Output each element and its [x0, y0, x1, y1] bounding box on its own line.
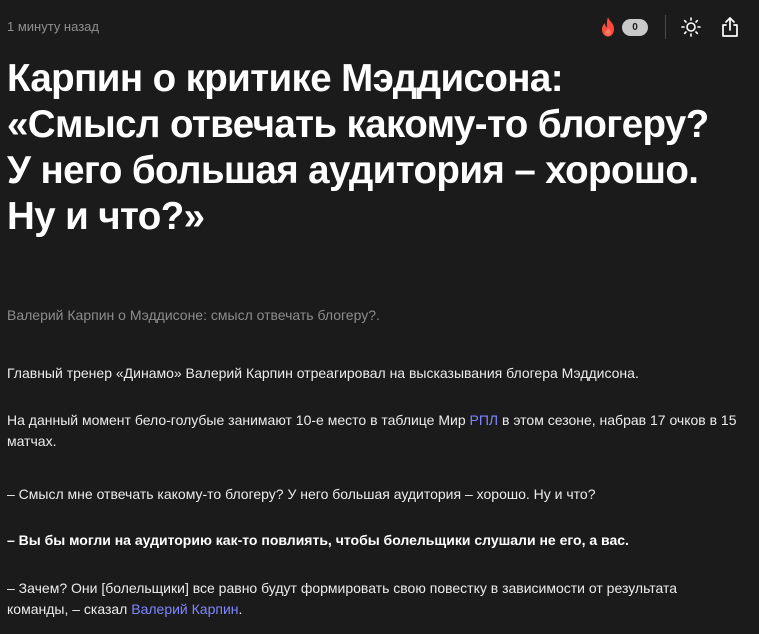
paragraph-question: – Вы бы могли на аудиторию как-то повлия…: [7, 532, 629, 548]
title-line: Ну и что?»: [7, 195, 205, 238]
title-line: «Смысл отвечать какому-то блогеру?: [7, 103, 709, 146]
paragraph-intro: Главный тренер «Динамо» Валерий Карпин о…: [7, 365, 639, 381]
karpin-link[interactable]: Валерий Карпин: [131, 601, 238, 617]
paragraph-text: – Зачем? Они [болельщики] все равно буду…: [7, 580, 678, 617]
paragraph-text: На данный момент бело-голубые занимают 1…: [7, 412, 470, 428]
paragraph-standings: На данный момент бело-голубые занимают 1…: [7, 410, 742, 452]
sun-icon[interactable]: [679, 15, 703, 39]
publish-timestamp: 1 минуту назад: [7, 19, 99, 34]
article-title: Карпин о критике Мэддисона: «Смысл отвеч…: [7, 56, 742, 240]
rpl-link[interactable]: РПЛ: [470, 412, 499, 428]
article-page: 1 минуту назад 0 Карпин о критике Мэддис…: [0, 0, 759, 634]
paragraph-quote-answer: – Смысл мне отвечать какому-то блогеру? …: [7, 486, 596, 502]
header-actions: 0: [600, 13, 742, 41]
header-divider: [665, 15, 666, 39]
paragraph-quote-final: – Зачем? Они [болельщики] все равно буду…: [7, 578, 742, 620]
title-line: У него большая аудитория – хорошо.: [7, 149, 699, 192]
article-header-bar: 1 минуту назад 0: [0, 0, 759, 54]
paragraph-text: .: [238, 601, 243, 617]
share-icon[interactable]: [718, 15, 742, 39]
fire-icon[interactable]: [600, 17, 616, 37]
reactions-count-badge: 0: [622, 18, 648, 36]
article-subtitle: Валерий Карпин о Мэддисоне: смысл отвеча…: [7, 307, 380, 323]
title-line: Карпин о критике Мэддисона:: [7, 57, 564, 100]
